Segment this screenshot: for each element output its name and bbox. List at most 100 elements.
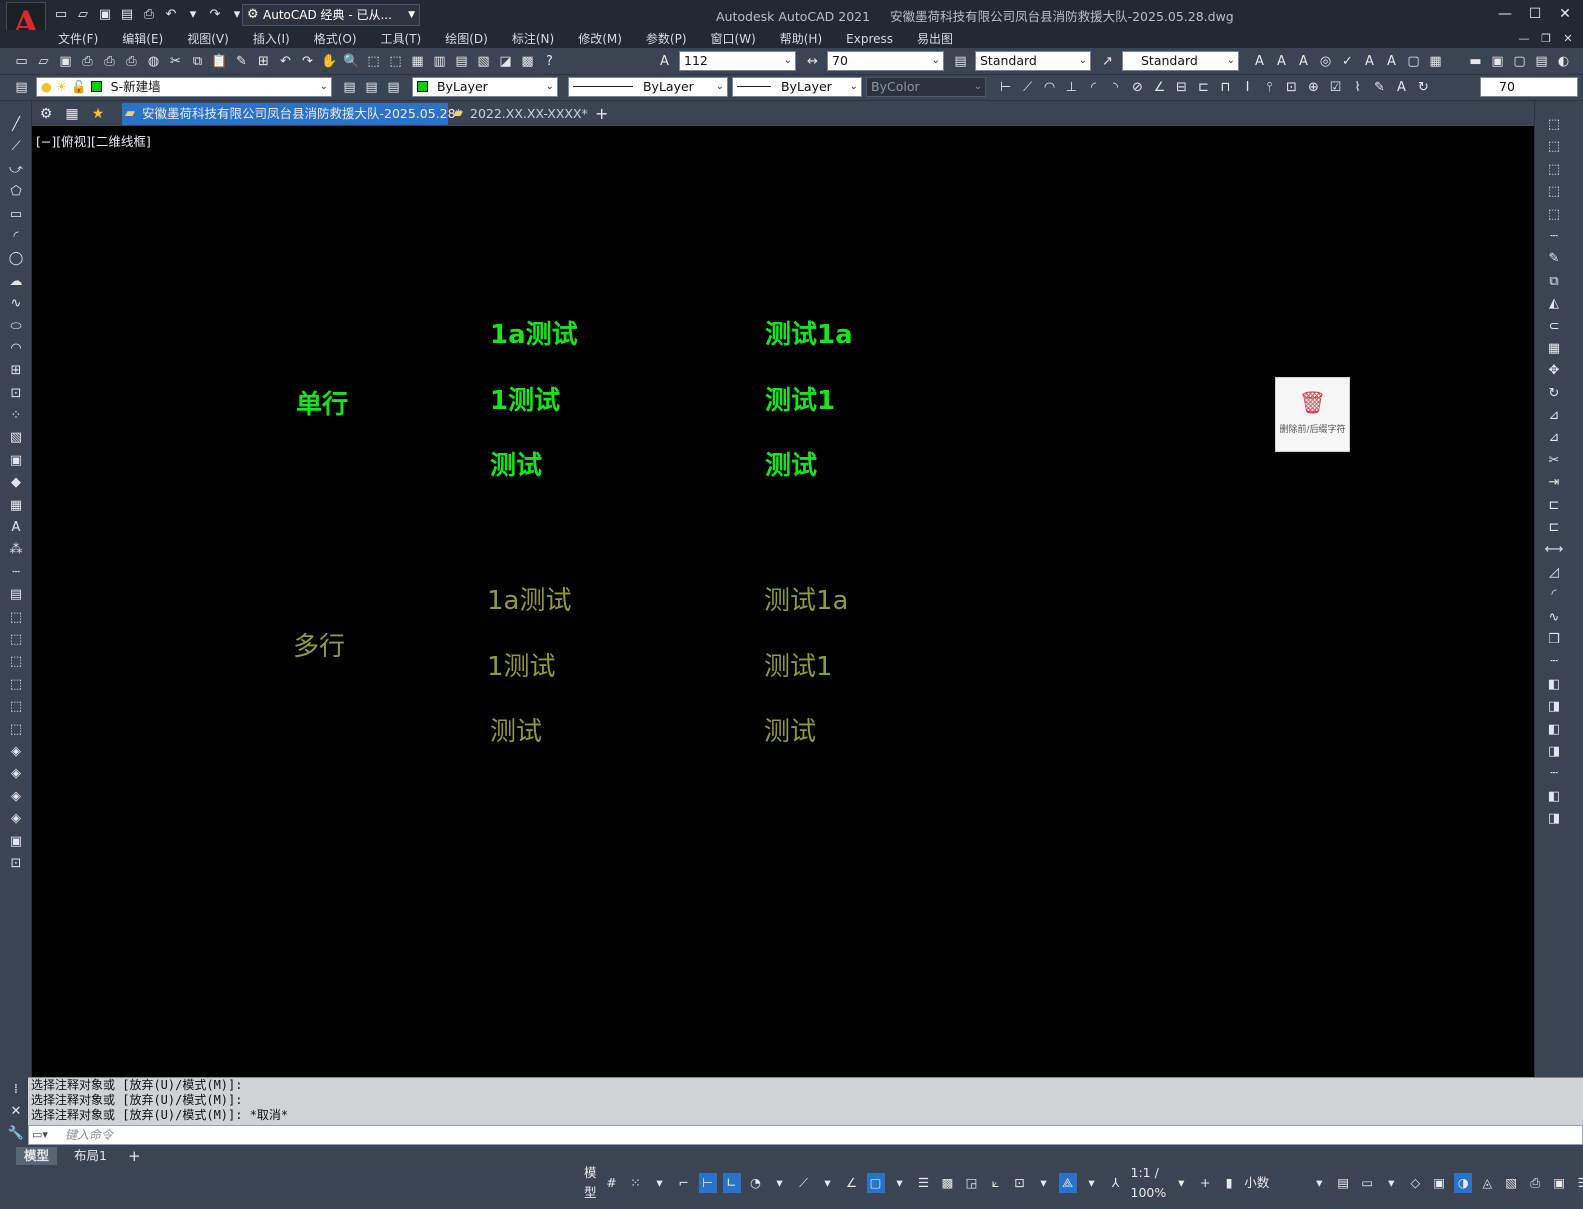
- units-selector[interactable]: 小数: [1244, 1173, 1304, 1193]
- model-space-button[interactable]: 模型: [584, 1163, 597, 1203]
- isometric-icon[interactable]: ⟋: [795, 1173, 813, 1193]
- delete-prefix-suffix-button[interactable]: 🗑 删除前/后缀字符: [1275, 377, 1350, 452]
- radius-dim-icon[interactable]: ◜: [1084, 78, 1103, 97]
- construction-line-icon[interactable]: ⟋: [6, 137, 26, 156]
- polygon-icon[interactable]: ⬠: [6, 182, 26, 201]
- save-icon[interactable]: ▣: [96, 6, 114, 24]
- width-factor-icon[interactable]: ↔: [803, 52, 822, 71]
- object-snap-icon[interactable]: ▢: [866, 1173, 885, 1193]
- block-editor-icon[interactable]: ⊞: [254, 52, 273, 71]
- quick-dim-icon[interactable]: ⊟: [1172, 78, 1191, 97]
- zoom-previous-icon[interactable]: ⬚: [386, 52, 405, 71]
- layer-combo[interactable]: ● ☀ 🔓 S-新建墙 ⌄: [36, 77, 332, 97]
- single-line-text[interactable]: 测试1a: [765, 314, 853, 351]
- tool-palettes-icon[interactable]: ▤: [452, 52, 471, 71]
- move-icon[interactable]: ✥: [1544, 361, 1564, 380]
- plotstyle-combo[interactable]: ByColor ⌄: [866, 77, 986, 97]
- measure-icon[interactable]: ▬: [1466, 52, 1485, 71]
- angular-dim-icon[interactable]: ∠: [1150, 78, 1169, 97]
- multi-line-text[interactable]: 1测试: [487, 646, 556, 683]
- chevron-down-icon[interactable]: ▾: [1035, 1173, 1053, 1193]
- match-properties-icon[interactable]: ✎: [232, 52, 251, 71]
- command-input[interactable]: ▭▾ 键入命令: [28, 1125, 1583, 1145]
- viewport-tool-icon[interactable]: ⊡: [6, 854, 26, 873]
- single-line-text[interactable]: 测试: [765, 445, 817, 482]
- layer-manager-icon[interactable]: ▤: [12, 78, 31, 97]
- paste-icon[interactable]: 📋: [210, 52, 229, 71]
- menu-window[interactable]: 窗口(W): [699, 30, 768, 48]
- edit-text-icon[interactable]: A: [1294, 52, 1313, 71]
- baseline-dim-icon[interactable]: ⊏: [1194, 78, 1213, 97]
- make-current-layer-icon[interactable]: ▤: [340, 78, 359, 97]
- lock-ui-icon[interactable]: ▭: [1358, 1173, 1376, 1193]
- plot-icon[interactable]: ⎙: [1526, 1173, 1544, 1193]
- text-scale-icon[interactable]: A: [1360, 52, 1379, 71]
- fillet-icon[interactable]: ◜: [1544, 585, 1564, 604]
- drawing-canvas[interactable]: [−][俯视][二维线框] 单行 1a测试 1测试 测试 测试1a 测试1 测试…: [32, 126, 1534, 1077]
- chevron-down-icon[interactable]: ▾: [891, 1173, 909, 1193]
- customization-menu-icon[interactable]: ☰: [1574, 1173, 1583, 1193]
- revolve-icon[interactable]: ◈: [6, 764, 26, 783]
- layer-previous-icon[interactable]: ▤: [362, 78, 381, 97]
- text-icon[interactable]: A: [1250, 52, 1269, 71]
- design-center-icon[interactable]: ▥: [430, 52, 449, 71]
- chevron-down-icon[interactable]: ▾: [771, 1173, 789, 1193]
- redo-icon[interactable]: ↷: [298, 52, 317, 71]
- menu-format[interactable]: 格式(O): [302, 30, 369, 48]
- gizmo-icon[interactable]: ⟁: [1058, 1173, 1077, 1193]
- layer-match-icon[interactable]: ▤: [384, 78, 403, 97]
- selection-cycling-icon[interactable]: ◲: [963, 1173, 981, 1193]
- annotation-visibility-icon[interactable]: ⅄: [1107, 1173, 1125, 1193]
- open-folder-icon[interactable]: ▱: [74, 6, 92, 24]
- stretch-icon[interactable]: ⊿: [1544, 428, 1564, 447]
- break-icon[interactable]: ⊏: [1544, 518, 1564, 537]
- annotation-scale[interactable]: 1:1 / 100%: [1131, 1163, 1167, 1203]
- jogged-linear-icon[interactable]: ⌇: [1348, 78, 1367, 97]
- tab-active-drawing[interactable]: ▰ 安徽墨荷科技有限公司凤台县消防救援大队-2025.05.28*: [122, 103, 462, 125]
- tab-other-drawing[interactable]: ▰ 2022.XX.XX-XXXX*: [450, 103, 590, 125]
- mirror-icon[interactable]: ◭: [1544, 294, 1564, 313]
- extend-icon[interactable]: ⇥: [1544, 473, 1564, 492]
- image-icon[interactable]: ▧: [1502, 1173, 1520, 1193]
- menu-tools[interactable]: 工具(T): [369, 30, 434, 48]
- bring-to-front-icon[interactable]: ◧: [1544, 675, 1564, 694]
- lineweight-combo[interactable]: ByLayer ⌄: [732, 77, 862, 97]
- blend-curves-icon[interactable]: ∿: [1544, 608, 1564, 627]
- wrench-icon[interactable]: 🔧: [4, 1123, 28, 1145]
- cut-icon[interactable]: ✂: [166, 52, 185, 71]
- pan-icon[interactable]: ✋: [320, 52, 339, 71]
- text-style-manager-icon[interactable]: ▤: [951, 52, 970, 71]
- sphere-icon[interactable]: ⬚: [6, 697, 26, 716]
- center-mark-icon[interactable]: ⊕: [1304, 78, 1323, 97]
- single-line-text[interactable]: 1a测试: [490, 314, 578, 351]
- send-under-icon[interactable]: ◨: [1544, 742, 1564, 761]
- new-icon[interactable]: ▭: [12, 52, 31, 71]
- minimize-button[interactable]: —: [1495, 4, 1515, 24]
- hatch-icon[interactable]: ▧: [6, 428, 26, 447]
- object-snap-tracking-icon[interactable]: ∠: [843, 1173, 861, 1193]
- inspect-icon[interactable]: ☑: [1326, 78, 1345, 97]
- linear-dim-icon[interactable]: ⊢: [996, 78, 1015, 97]
- text-style-icon[interactable]: A: [655, 52, 674, 71]
- bring-above-icon[interactable]: ◧: [1544, 720, 1564, 739]
- extrude-icon[interactable]: ◈: [6, 742, 26, 761]
- offset-icon[interactable]: ⊂: [1544, 317, 1564, 336]
- menu-insert[interactable]: 插入(I): [241, 30, 302, 48]
- jogged-dim-icon[interactable]: ◝: [1106, 78, 1125, 97]
- layer-isolate-icon[interactable]: ◐: [1554, 52, 1573, 71]
- doc-close-button[interactable]: ✕: [1561, 31, 1575, 47]
- chevron-down-icon[interactable]: ▾: [1310, 1173, 1328, 1193]
- trim-icon[interactable]: ✂: [1544, 451, 1564, 470]
- units-ruler-icon[interactable]: ▮: [1220, 1173, 1238, 1193]
- doc-minimize-button[interactable]: —: [1517, 31, 1531, 47]
- break-at-point-icon[interactable]: ⊏: [1544, 496, 1564, 515]
- copy-object-icon[interactable]: ⧉: [1544, 272, 1564, 291]
- tab-layout1[interactable]: 布局1: [66, 1147, 115, 1165]
- edit-text-tool-icon[interactable]: ▤: [6, 585, 26, 604]
- text-front-icon[interactable]: ◧: [1544, 787, 1564, 806]
- array-icon[interactable]: ▦: [1544, 339, 1564, 358]
- diameter-dim-icon[interactable]: ⊘: [1128, 78, 1147, 97]
- multi-line-text[interactable]: 1a测试: [487, 580, 571, 617]
- circle-icon[interactable]: ◯: [6, 249, 26, 268]
- line-icon[interactable]: ╱: [6, 115, 26, 134]
